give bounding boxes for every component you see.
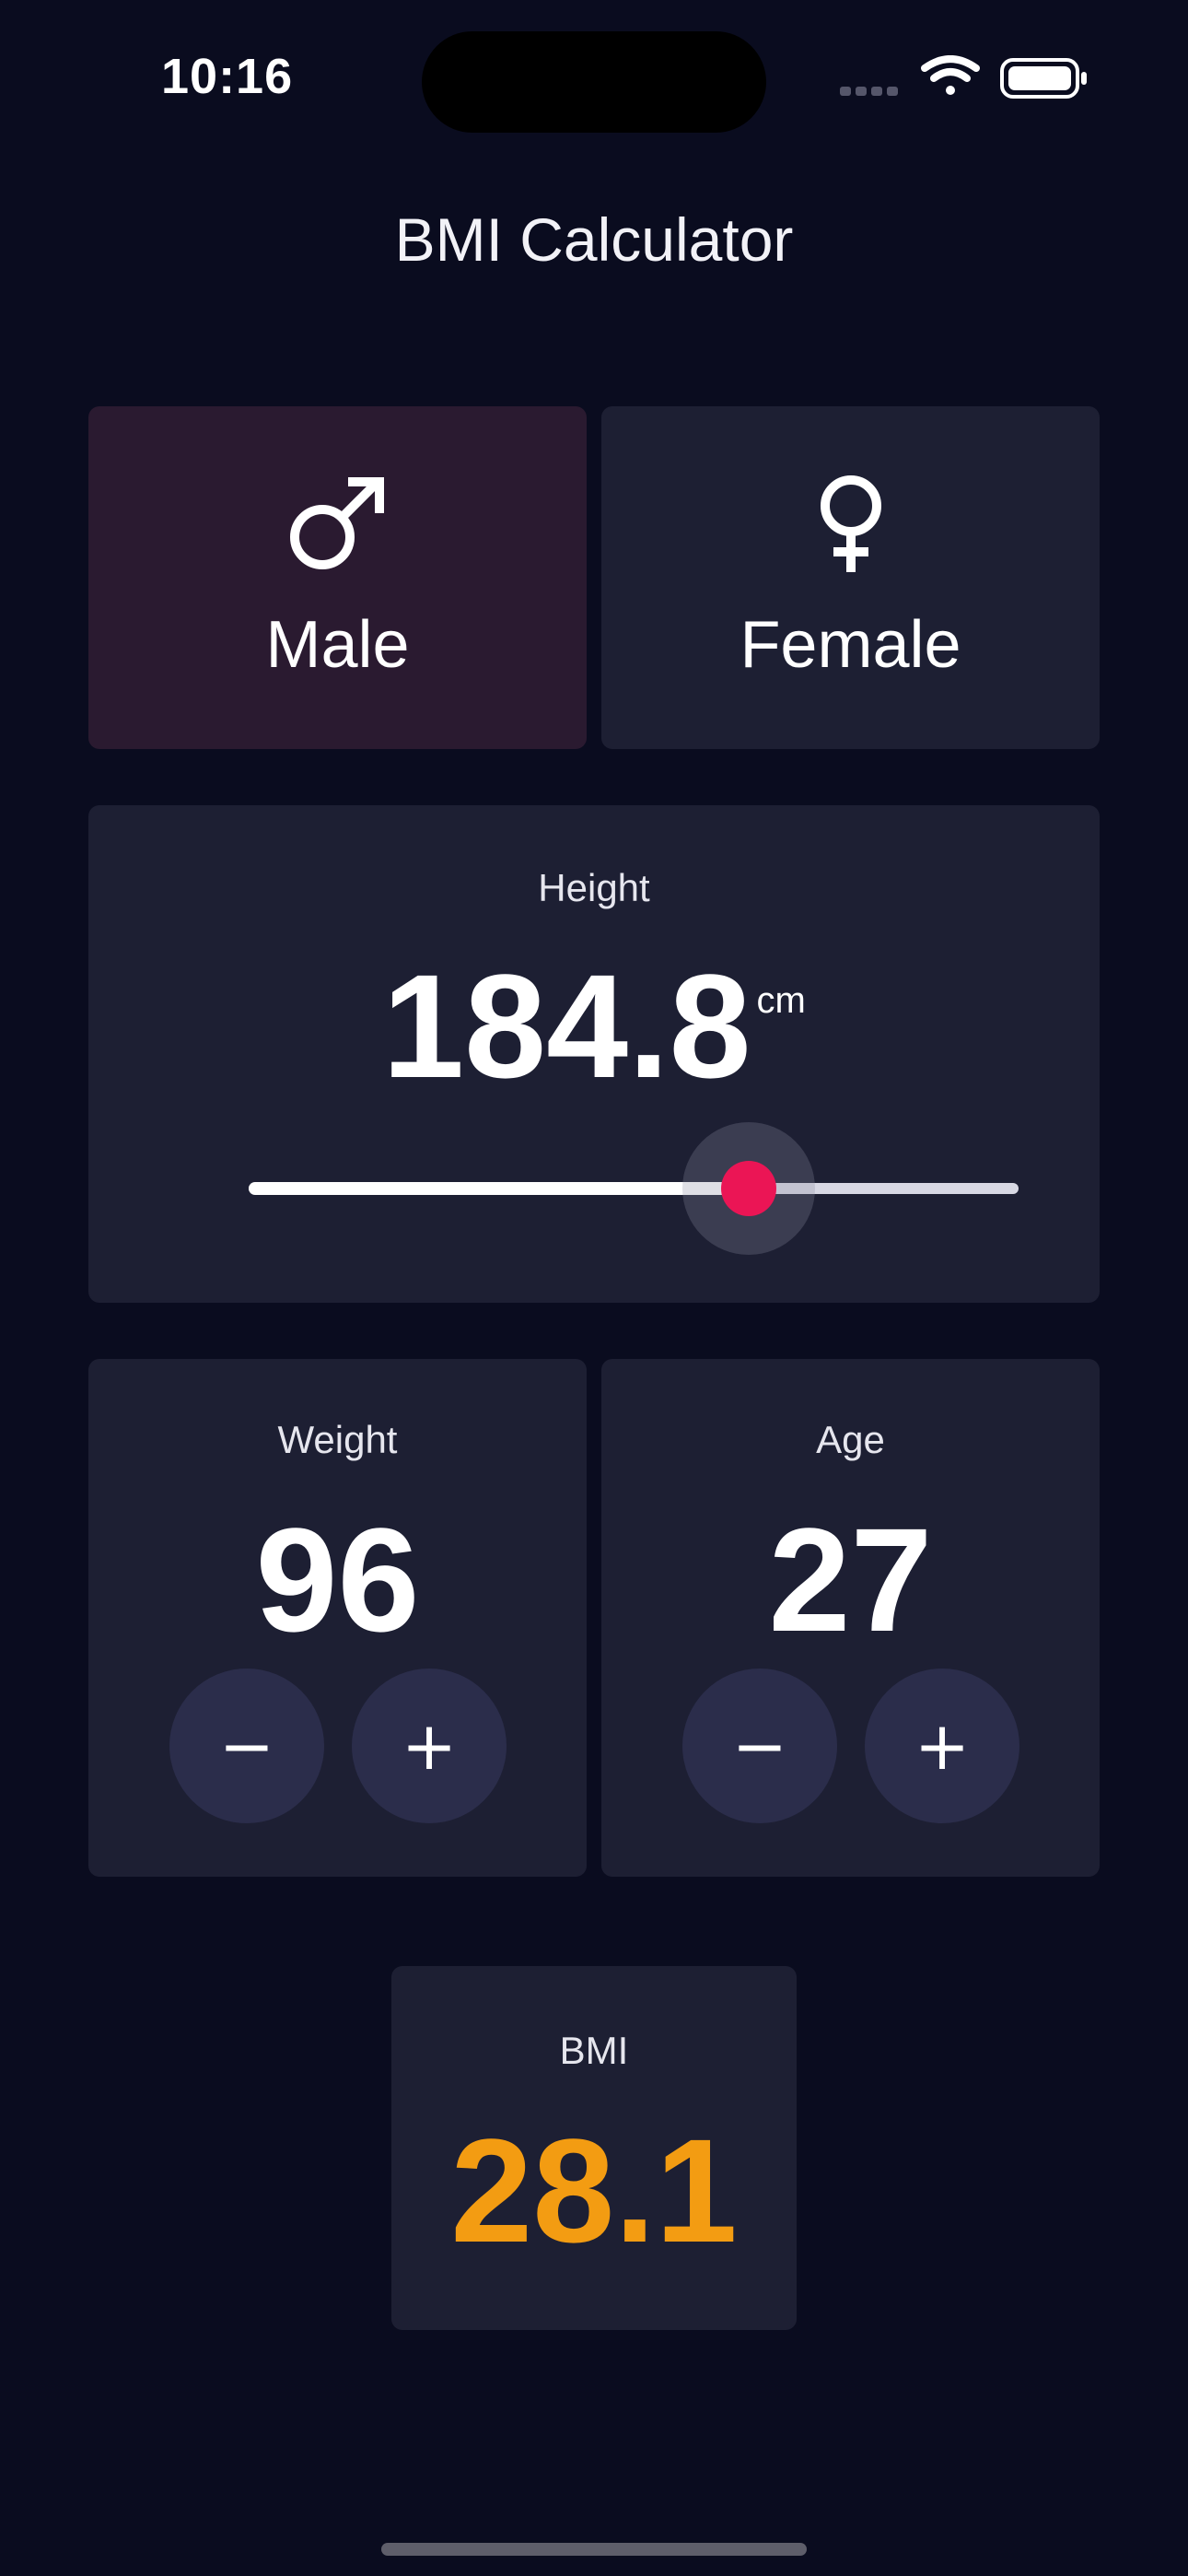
- age-card: Age 27 − +: [601, 1359, 1100, 1877]
- male-label: Male: [265, 608, 410, 682]
- page-title: BMI Calculator: [394, 205, 794, 274]
- bmi-label: BMI: [559, 2029, 629, 2072]
- height-value: 184.8: [382, 943, 751, 1108]
- male-symbol-icon: [289, 477, 384, 569]
- bmi-value: 28.1: [450, 2108, 738, 2273]
- female-card[interactable]: Female: [601, 406, 1100, 749]
- age-value: 27: [768, 1497, 933, 1662]
- weight-card: Weight 96 − +: [88, 1359, 587, 1877]
- status-time: 10:16: [161, 49, 294, 104]
- weight-decrement-button[interactable]: −: [169, 1669, 324, 1823]
- height-label: Height: [538, 866, 650, 909]
- wifi-icon: [921, 55, 980, 95]
- height-slider[interactable]: [249, 1122, 1019, 1255]
- age-decrement-button[interactable]: −: [682, 1669, 837, 1823]
- weight-increment-button[interactable]: +: [352, 1669, 507, 1823]
- height-card: Height 184.8 cm: [88, 805, 1100, 1303]
- slider-active-track: [249, 1182, 750, 1195]
- cellular-signal-icon: [840, 87, 898, 96]
- weight-label: Weight: [277, 1418, 398, 1461]
- female-label: Female: [740, 608, 961, 682]
- home-indicator[interactable]: [381, 2543, 807, 2556]
- slider-thumb[interactable]: [721, 1161, 777, 1216]
- height-unit: cm: [756, 980, 806, 1021]
- dynamic-island: [422, 31, 766, 133]
- weight-value: 96: [255, 1497, 420, 1662]
- status-icons: [840, 55, 1087, 99]
- battery-icon: [1000, 58, 1087, 99]
- height-value-row: 184.8 cm: [88, 953, 1100, 1100]
- female-symbol-icon: [820, 475, 881, 572]
- bmi-result-card: BMI 28.1: [391, 1966, 797, 2330]
- age-label: Age: [816, 1418, 885, 1461]
- male-card[interactable]: Male: [88, 406, 587, 749]
- age-increment-button[interactable]: +: [865, 1669, 1019, 1823]
